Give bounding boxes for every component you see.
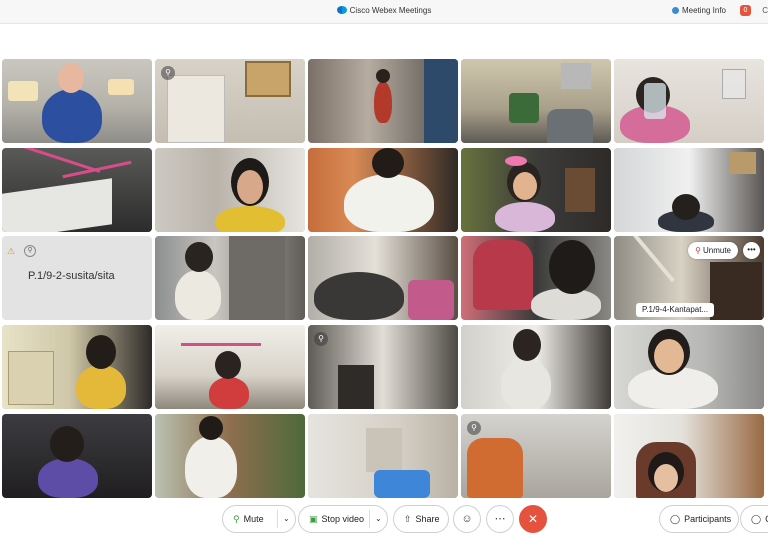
participant-name: P.1/9-2-susita/sita <box>28 270 115 282</box>
chat-bubble-icon: ◯ <box>751 514 762 524</box>
unmute-button[interactable]: ⚲ Unmute <box>688 242 738 259</box>
video-tile[interactable] <box>155 414 305 498</box>
video-tile[interactable] <box>2 325 152 409</box>
window-menu-label[interactable]: C <box>762 6 768 15</box>
muted-mic-icon: ⚲ <box>24 245 36 257</box>
video-tile[interactable] <box>308 414 458 498</box>
video-tile[interactable] <box>2 148 152 232</box>
participants-button[interactable]: ◯ Participants <box>659 505 739 533</box>
meeting-info-button[interactable]: Meeting Info <box>671 6 726 15</box>
smiley-icon: ☺ <box>461 513 473 525</box>
divider <box>277 510 278 528</box>
meeting-controls: ⚲ Mute ⌄ ▣ Stop video ⌄ ⇧ Share ☺ ⋯ ✕ ◯ Part… <box>0 505 768 535</box>
participant-name: P.1/9-4-Kantapat... <box>636 303 715 317</box>
video-tile[interactable] <box>461 325 611 409</box>
video-tile[interactable]: ⚲ <box>461 414 611 498</box>
video-camera-icon: ▣ <box>309 514 318 524</box>
video-grid: ⚲ ⚠ ⚲ P.1/9-2-susita/sita ⚲ Unmute ••• P… <box>2 59 766 498</box>
video-tile[interactable] <box>155 148 305 232</box>
video-tile[interactable] <box>308 59 458 143</box>
video-tile[interactable] <box>155 325 305 409</box>
video-tile[interactable] <box>2 414 152 498</box>
share-button[interactable]: ⇧ Share <box>393 505 449 533</box>
chevron-down-icon[interactable]: ⌄ <box>283 506 290 532</box>
video-tile[interactable] <box>614 325 764 409</box>
leave-meeting-button[interactable]: ✕ <box>519 505 547 533</box>
video-tile[interactable] <box>461 59 611 143</box>
app-title: Cisco Webex Meetings <box>0 6 768 15</box>
muted-mic-icon: ⚲ <box>467 421 481 435</box>
video-tile[interactable] <box>461 148 611 232</box>
name-only-tile[interactable]: ⚠ ⚲ P.1/9-2-susita/sita <box>2 236 152 320</box>
warning-icon: ⚠ <box>7 246 16 256</box>
reactions-button[interactable]: ☺ <box>453 505 481 533</box>
close-icon: ✕ <box>527 512 539 526</box>
video-tile[interactable] <box>614 414 764 498</box>
stop-video-button[interactable]: ▣ Stop video ⌄ <box>298 505 388 533</box>
microphone-icon: ⚲ <box>233 514 240 524</box>
video-tile[interactable] <box>2 59 152 143</box>
chat-button[interactable]: ◯Ch <box>740 505 768 533</box>
video-tile[interactable]: ⚲ <box>155 59 305 143</box>
divider <box>369 510 370 528</box>
video-tile[interactable]: ⚲ Unmute ••• P.1/9-4-Kantapat... <box>614 236 764 320</box>
more-options-button[interactable]: ••• <box>743 242 760 259</box>
video-tile[interactable] <box>614 148 764 232</box>
info-icon <box>671 7 679 14</box>
video-tile[interactable]: ⚲ <box>308 325 458 409</box>
webex-logo-icon <box>336 6 347 14</box>
video-tile[interactable] <box>308 148 458 232</box>
muted-mic-icon: ⚲ <box>695 246 701 255</box>
muted-mic-icon: ⚲ <box>161 66 175 80</box>
muted-mic-icon: ⚲ <box>314 332 328 346</box>
title-bar: Cisco Webex Meetings Meeting Info 0 C <box>0 0 768 24</box>
notification-badge[interactable]: 0 <box>740 5 751 16</box>
video-tile[interactable] <box>155 236 305 320</box>
more-dots-icon: ⋯ <box>494 513 506 525</box>
chevron-down-icon[interactable]: ⌄ <box>375 506 382 532</box>
person-icon: ◯ <box>670 514 681 524</box>
video-tile[interactable] <box>308 236 458 320</box>
video-tile[interactable] <box>461 236 611 320</box>
more-button[interactable]: ⋯ <box>486 505 514 533</box>
mute-button[interactable]: ⚲ Mute ⌄ <box>222 505 296 533</box>
video-tile[interactable] <box>614 59 764 143</box>
share-icon: ⇧ <box>404 514 412 524</box>
